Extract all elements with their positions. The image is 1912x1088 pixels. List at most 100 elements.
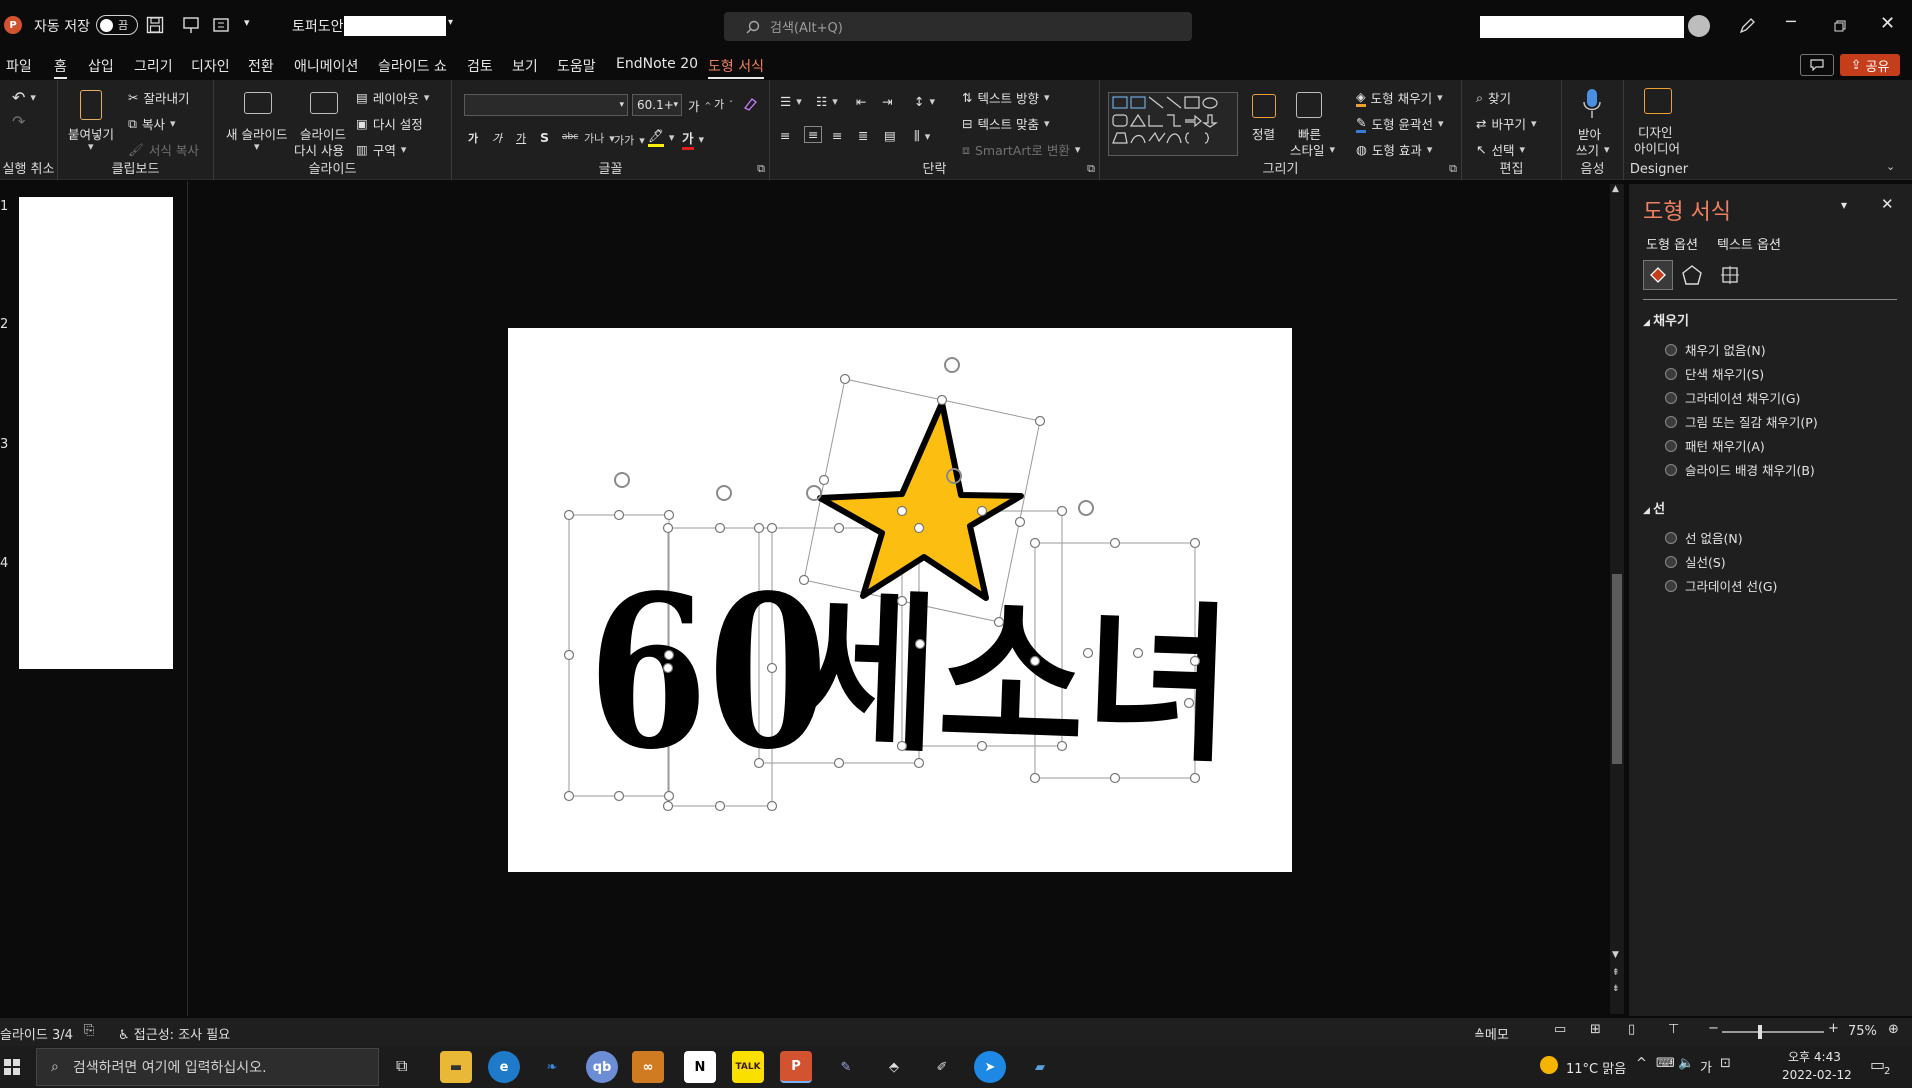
clear-format-icon[interactable]	[742, 96, 758, 112]
find-button[interactable]: ⌕ 찾기	[1476, 88, 1511, 107]
tab-design[interactable]: 디자인	[191, 56, 230, 76]
distributed-button[interactable]: ▤	[884, 128, 896, 143]
spellcheck-icon[interactable]: ⎘	[84, 1023, 94, 1038]
tab-view[interactable]: 보기	[512, 56, 538, 76]
grow-font-button[interactable]: 가 ^	[688, 96, 711, 115]
dictate-line2[interactable]: 쓰기 ▾	[1576, 140, 1610, 159]
blue-app-icon[interactable]: ➤	[974, 1051, 1006, 1083]
bold-button[interactable]: 가	[468, 130, 478, 146]
weather-text[interactable]: 11°C 맑음	[1566, 1058, 1626, 1077]
file-name[interactable]: 토퍼도안	[292, 16, 344, 36]
line-option-gradient[interactable]: 그라데이션 선(G)	[1665, 576, 1777, 595]
tab-insert[interactable]: 삽입	[88, 56, 114, 76]
paint-app-icon[interactable]: ✎	[830, 1051, 862, 1083]
align-text-button[interactable]: ⊟ 텍스트 맞춤 ▾	[962, 114, 1050, 133]
tab-animations[interactable]: 애니메이션	[294, 56, 358, 76]
volume-icon[interactable]: 🔈	[1678, 1056, 1694, 1071]
font-size-select[interactable]: 60.1+ ▾	[632, 94, 682, 116]
scroll-down-icon[interactable]: ▼	[1612, 950, 1619, 960]
scroll-thumb[interactable]	[1612, 574, 1622, 764]
fill-option-none[interactable]: 채우기 없음(N)	[1665, 340, 1766, 359]
vertical-scrollbar[interactable]: ▲ ▼ ⇞ ⇟	[1610, 184, 1624, 1014]
from-beginning-icon[interactable]	[182, 16, 200, 34]
radio[interactable]	[1665, 463, 1677, 476]
shape-effects-button[interactable]: ◍ 도형 효과 ▾	[1356, 140, 1432, 159]
underline-button[interactable]: 가	[516, 130, 526, 146]
powerpoint-taskbar-icon[interactable]: P	[780, 1051, 812, 1083]
scroll-up-icon[interactable]: ▲	[1612, 184, 1619, 194]
tab-endnote[interactable]: EndNote 20	[616, 56, 698, 72]
character-spacing-button[interactable]: 가나 ▾	[584, 130, 615, 146]
zoom-in-icon[interactable]: +	[1828, 1021, 1839, 1036]
zoom-out-icon[interactable]: −	[1708, 1021, 1719, 1036]
notion-icon[interactable]: N	[684, 1051, 716, 1083]
columns-button[interactable]: ⫼ ▾	[914, 128, 930, 144]
new-slide-dropdown-icon[interactable]: ▾	[254, 140, 260, 153]
font-color-button[interactable]: 가 ▾	[682, 128, 704, 150]
zoom-slider-thumb[interactable]	[1758, 1025, 1762, 1039]
paste-dropdown-icon[interactable]: ▾	[88, 140, 94, 153]
align-left-button[interactable]: ≡	[780, 128, 790, 143]
copy-button[interactable]: ⧉ 복사 ▾	[128, 114, 175, 133]
windows-start-icon[interactable]	[4, 1059, 20, 1075]
ime-mode-icon[interactable]: ⊡	[1720, 1056, 1731, 1071]
bullets-button[interactable]: ☰ ▾	[780, 94, 802, 109]
text-direction-button[interactable]: ⇅ 텍스트 방향 ▾	[962, 88, 1050, 107]
reset-button[interactable]: ▣ 다시 설정	[356, 114, 423, 133]
task-view-icon[interactable]: ⧉	[396, 1056, 407, 1076]
avatar[interactable]	[1688, 15, 1710, 37]
line-option-none[interactable]: 선 없음(N)	[1665, 528, 1743, 547]
pane-close-icon[interactable]: ✕	[1881, 195, 1894, 213]
font-dialog-launcher-icon[interactable]: ⧉	[757, 162, 765, 176]
normal-view-icon[interactable]: ▭	[1554, 1022, 1566, 1037]
undo-button[interactable]: ↶ ▾	[12, 88, 36, 107]
shape-outline-button[interactable]: ✎ 도형 윤곽선 ▾	[1356, 114, 1444, 133]
fill-option-solid[interactable]: 단색 채우기(S)	[1665, 364, 1764, 383]
tab-shape-format[interactable]: 도형 서식	[708, 56, 764, 79]
fill-option-picture[interactable]: 그림 또는 질감 채우기(P)	[1665, 412, 1818, 431]
radio[interactable]	[1665, 343, 1677, 356]
prev-slide-icon[interactable]: ⇞	[1612, 968, 1620, 978]
pen-icon[interactable]	[1738, 17, 1756, 35]
file-explorer-icon[interactable]: ▬	[440, 1051, 472, 1083]
shapes-gallery[interactable]	[1108, 92, 1238, 156]
zoom-slider[interactable]	[1722, 1025, 1824, 1039]
drawing-dialog-launcher-icon[interactable]: ⧉	[1449, 162, 1457, 176]
fill-option-slide-background[interactable]: 슬라이드 배경 채우기(B)	[1665, 460, 1815, 479]
fill-line-tab[interactable]	[1643, 260, 1673, 290]
align-right-button[interactable]: ≡	[832, 128, 842, 143]
reuse-slides-line2[interactable]: 다시 사용	[294, 140, 344, 159]
smartart-button[interactable]: ⧈ SmartArt로 변환 ▾	[962, 140, 1080, 159]
accessibility-status[interactable]: ♿ 접근성: 조사 필요	[118, 1024, 230, 1043]
tab-home[interactable]: 홈	[54, 56, 67, 79]
cut-button[interactable]: ✂ 잘라내기	[128, 88, 190, 107]
collapse-ribbon-icon[interactable]: ⌄	[1886, 160, 1895, 173]
justify-button[interactable]: ≣	[858, 128, 868, 143]
tab-help[interactable]: 도움말	[557, 56, 596, 76]
increase-indent-button[interactable]: ⇥	[882, 94, 892, 109]
line-spacing-button[interactable]: ↕ ▾	[914, 94, 935, 109]
font-name-select[interactable]: ▾	[464, 94, 628, 116]
vector-app-icon[interactable]: ⬘	[878, 1051, 910, 1083]
close-icon[interactable]: ✕	[1880, 13, 1895, 34]
fill-section-header[interactable]: ◢ 채우기	[1643, 310, 1689, 329]
tab-shape-options[interactable]: 도형 옵션	[1646, 234, 1698, 253]
shadow-button[interactable]: S	[540, 130, 549, 145]
redo-button[interactable]: ↷	[12, 112, 25, 131]
highlight-button[interactable]: 🖊 ▾	[648, 128, 674, 147]
shape-fill-button[interactable]: ◈ 도형 채우기 ▾	[1356, 88, 1443, 107]
radio[interactable]	[1665, 555, 1677, 568]
shrink-font-button[interactable]: 가ˇ	[714, 96, 733, 112]
slide-sorter-icon[interactable]: ⊞	[1590, 1022, 1601, 1037]
fill-option-pattern[interactable]: 패턴 채우기(A)	[1665, 436, 1765, 455]
design-ideas-line2[interactable]: 아이디어	[1634, 138, 1680, 157]
radio[interactable]	[1665, 439, 1677, 452]
slide-thumbnail[interactable]	[19, 197, 173, 669]
fill-option-gradient[interactable]: 그라데이션 채우기(G)	[1665, 388, 1800, 407]
section-button[interactable]: ▥ 구역 ▾	[356, 140, 406, 159]
clock-date[interactable]: 2022-02-12	[1782, 1068, 1852, 1082]
tab-draw[interactable]: 그리기	[134, 56, 173, 76]
line-section-header[interactable]: ◢ 선	[1643, 498, 1665, 517]
reading-view-icon[interactable]: ▯	[1628, 1022, 1635, 1037]
change-case-button[interactable]: 가가 ▾	[614, 132, 645, 148]
